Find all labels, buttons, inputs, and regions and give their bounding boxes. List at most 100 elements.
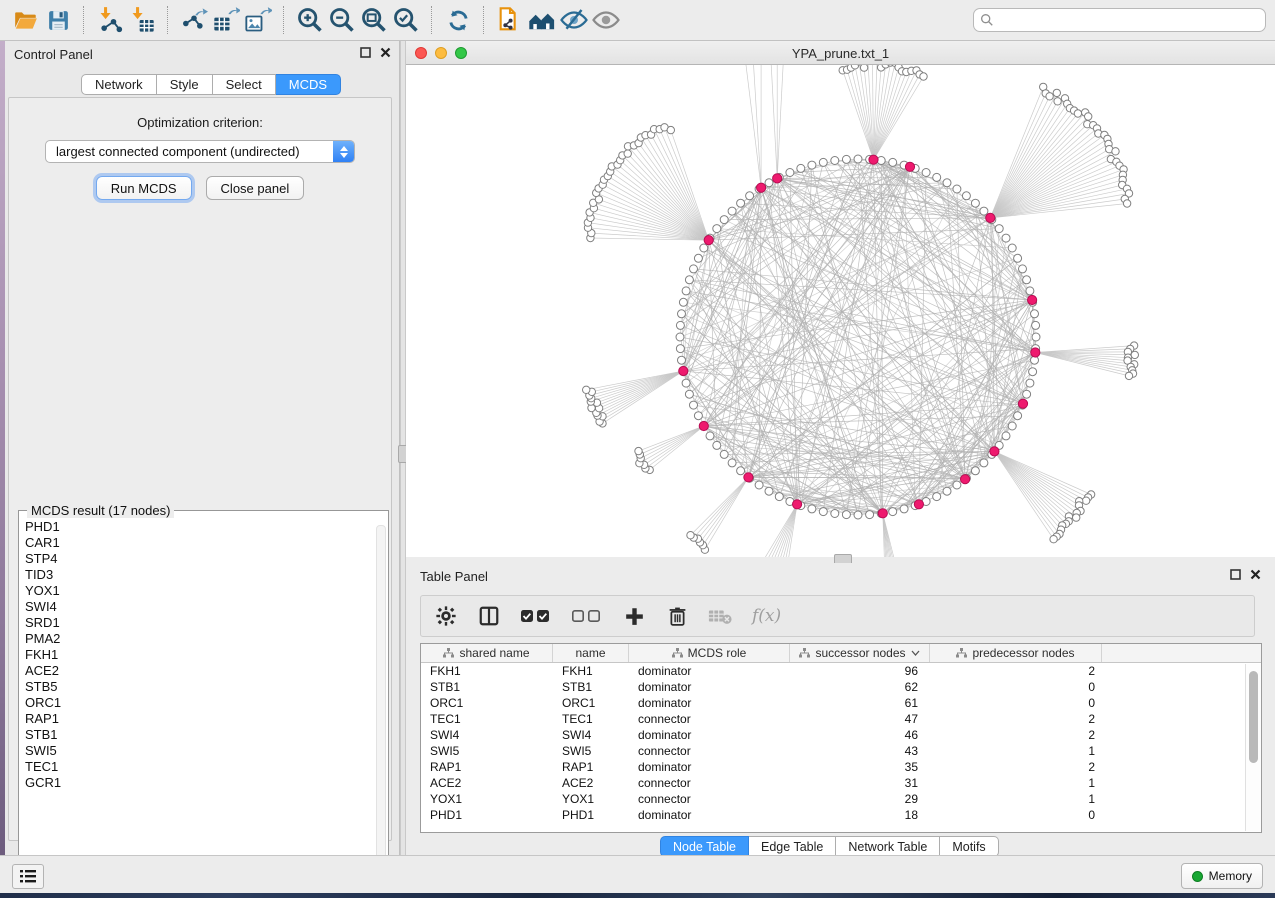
column-header-predecessor-nodes[interactable]: predecessor nodes	[930, 644, 1102, 662]
tab-network[interactable]: Network	[81, 74, 157, 95]
zoom-selected-icon[interactable]	[390, 4, 422, 36]
table-row[interactable]: ORC1ORC1dominator610	[421, 695, 1261, 711]
refresh-layout-icon[interactable]	[442, 4, 474, 36]
mcds-result-item[interactable]: SWI4	[25, 599, 374, 615]
hide-graphics-details-icon[interactable]	[558, 4, 590, 36]
deselect-all-icon[interactable]	[570, 603, 604, 629]
mcds-result-item[interactable]: ORC1	[25, 695, 374, 711]
mcds-result-item[interactable]: TID3	[25, 567, 374, 583]
tab-style[interactable]: Style	[157, 74, 213, 95]
mcds-result-item[interactable]: TEC1	[25, 759, 374, 775]
import-network-icon[interactable]	[94, 4, 126, 36]
mcds-result-item[interactable]: STB5	[25, 679, 374, 695]
mcds-result-item[interactable]: STB1	[25, 727, 374, 743]
table-row[interactable]: SWI5SWI5connector431	[421, 743, 1261, 759]
tab-edge-table[interactable]: Edge Table	[749, 836, 836, 857]
mcds-result-item[interactable]: RAP1	[25, 711, 374, 727]
network-window-title: YPA_prune.txt_1	[406, 46, 1275, 61]
network-canvas[interactable]	[406, 65, 1275, 557]
mcds-tab-page: Optimization criterion: largest connecte…	[8, 97, 392, 841]
criterion-select[interactable]: largest connected component (undirected)	[45, 140, 355, 163]
table-row[interactable]: FKH1FKH1dominator962	[421, 663, 1261, 679]
mcds-list-scrollbar[interactable]	[376, 525, 386, 875]
column-header-shared-name[interactable]: shared name	[421, 644, 553, 662]
table-cell: 0	[930, 696, 1102, 710]
close-panel-button[interactable]: Close panel	[206, 176, 305, 200]
export-image-icon[interactable]	[242, 4, 274, 36]
memory-button[interactable]: Memory	[1181, 863, 1263, 889]
run-mcds-button[interactable]: Run MCDS	[96, 176, 192, 200]
search-input[interactable]	[973, 8, 1266, 32]
table-cell: 29	[790, 792, 930, 806]
add-column-icon[interactable]	[621, 603, 647, 629]
table-row[interactable]: YOX1YOX1connector291	[421, 791, 1261, 807]
table-row[interactable]: PHD1PHD1dominator180	[421, 807, 1261, 823]
table-cell: connector	[629, 744, 790, 758]
zoom-fit-icon[interactable]	[358, 4, 390, 36]
split-panel-icon[interactable]	[476, 603, 502, 629]
table-cell: ORC1	[421, 696, 553, 710]
table-row[interactable]: RAP1RAP1dominator352	[421, 759, 1261, 775]
import-table-icon[interactable]	[126, 4, 158, 36]
mcds-result-list[interactable]: PHD1CAR1STP4TID3YOX1SWI4SRD1PMA2FKH1ACE2…	[25, 519, 374, 875]
node-table[interactable]: shared namenameMCDS rolesuccessor nodesp…	[420, 643, 1262, 833]
tab-network-table[interactable]: Network Table	[836, 836, 940, 857]
attributes-gear-icon[interactable]	[433, 603, 459, 629]
mcds-result-item[interactable]: PMA2	[25, 631, 374, 647]
close-icon[interactable]	[1250, 569, 1261, 580]
show-graphics-details-icon[interactable]	[590, 4, 622, 36]
table-cell: dominator	[629, 680, 790, 694]
table-cell: dominator	[629, 760, 790, 774]
save-session-icon[interactable]	[42, 4, 74, 36]
tab-mcds[interactable]: MCDS	[276, 74, 341, 95]
table-row[interactable]: SWI4SWI4dominator462	[421, 727, 1261, 743]
mcds-result-item[interactable]: FKH1	[25, 647, 374, 663]
control-panel: Control Panel NetworkStyleSelectMCDS Opt…	[5, 41, 400, 855]
export-table-icon[interactable]	[210, 4, 242, 36]
column-header-name[interactable]: name	[553, 644, 629, 662]
float-icon[interactable]	[360, 47, 371, 58]
zoom-out-icon[interactable]	[326, 4, 358, 36]
mcds-result-item[interactable]: YOX1	[25, 583, 374, 599]
clone-network-icon[interactable]	[494, 4, 526, 36]
table-row[interactable]: ACE2ACE2connector311	[421, 775, 1261, 791]
mcds-result-item[interactable]: SRD1	[25, 615, 374, 631]
mcds-result-item[interactable]: GCR1	[25, 775, 374, 791]
zoom-in-icon[interactable]	[294, 4, 326, 36]
network-window-titlebar[interactable]: YPA_prune.txt_1	[406, 41, 1275, 65]
network-graph[interactable]	[406, 65, 1275, 557]
status-bar: Memory	[0, 855, 1275, 893]
table-scrollbar-thumb[interactable]	[1249, 671, 1258, 763]
table-cell: dominator	[629, 808, 790, 822]
tab-motifs[interactable]: Motifs	[940, 836, 998, 857]
table-cell: 47	[790, 712, 930, 726]
table-cell: 2	[930, 712, 1102, 726]
mcds-result-item[interactable]: PHD1	[25, 519, 374, 535]
network-overview-icon[interactable]	[526, 4, 558, 36]
search-field-wrap	[973, 8, 1266, 32]
table-row[interactable]: STB1STB1dominator620	[421, 679, 1261, 695]
table-panel: Table Panel f(x) shared namenameMCDS rol…	[406, 563, 1275, 855]
table-row[interactable]: TEC1TEC1connector472	[421, 711, 1261, 727]
open-file-icon[interactable]	[10, 4, 42, 36]
toolbar-separator	[83, 6, 85, 34]
mcds-result-item[interactable]: STP4	[25, 551, 374, 567]
mcds-result-item[interactable]: ACE2	[25, 663, 374, 679]
table-cell: 0	[930, 808, 1102, 822]
mcds-result-item[interactable]: SWI5	[25, 743, 374, 759]
close-icon[interactable]	[380, 47, 391, 58]
mcds-result-item[interactable]: CAR1	[25, 535, 374, 551]
tab-select[interactable]: Select	[213, 74, 276, 95]
table-body[interactable]: FKH1FKH1dominator962STB1STB1dominator620…	[421, 663, 1261, 823]
column-header-successor-nodes[interactable]: successor nodes	[790, 644, 930, 662]
table-header-row[interactable]: shared namenameMCDS rolesuccessor nodesp…	[421, 644, 1261, 663]
delete-column-icon[interactable]	[664, 603, 690, 629]
export-network-icon[interactable]	[178, 4, 210, 36]
select-stepper-icon[interactable]	[333, 141, 354, 162]
function-builder-icon: f(x)	[752, 606, 781, 626]
float-icon[interactable]	[1230, 569, 1241, 580]
select-all-icon[interactable]	[519, 603, 553, 629]
tab-node-table[interactable]: Node Table	[660, 836, 749, 857]
task-history-button[interactable]	[12, 864, 44, 889]
column-header-MCDS-role[interactable]: MCDS role	[629, 644, 790, 662]
